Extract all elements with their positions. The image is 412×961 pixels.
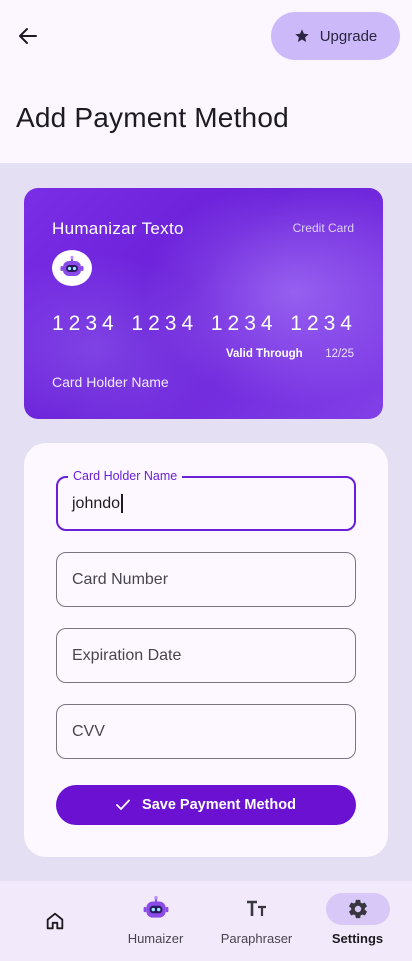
nav-label-settings: Settings	[331, 931, 384, 946]
app-logo	[52, 250, 92, 286]
nav-item-home[interactable]	[3, 881, 106, 961]
nav-icon-container	[225, 893, 289, 925]
card-holder-name-value: johndo	[72, 494, 121, 512]
credit-card-preview: Humanizar Texto Credit Card 1234 1234 12…	[24, 188, 383, 419]
robot-icon	[60, 255, 84, 276]
back-button[interactable]	[10, 18, 46, 54]
card-number-field[interactable]: Card Number	[56, 552, 356, 607]
nav-icon-container	[325, 893, 390, 925]
nav-icon-container	[124, 893, 188, 925]
cvv-field[interactable]: CVV	[56, 704, 356, 759]
text-size-icon	[246, 900, 266, 916]
arrow-left-icon	[19, 28, 37, 44]
nav-item-paraphraser[interactable]: Paraphraser	[205, 881, 308, 961]
card-number-placeholder: Card Number	[72, 570, 169, 588]
page-title: Add Payment Method	[16, 102, 289, 133]
card-number-group: 1234	[131, 312, 199, 335]
check-icon	[116, 799, 130, 810]
robot-icon	[143, 895, 168, 918]
upgrade-button[interactable]: Upgrade	[271, 12, 400, 60]
card-number-group: 1234	[52, 312, 119, 335]
gear-icon	[348, 899, 367, 919]
card-number-group: 1234	[290, 312, 357, 335]
nav-item-settings[interactable]: Settings	[306, 881, 409, 961]
home-icon	[46, 912, 63, 930]
card-holder-label: Card Holder Name	[52, 374, 169, 390]
upgrade-label: Upgrade	[319, 27, 378, 45]
save-button-label: Save Payment Method	[142, 797, 296, 813]
card-holder-name-label: Card Holder Name	[68, 469, 183, 483]
expiration-date-field[interactable]: Expiration Date	[56, 628, 356, 683]
text-caret	[121, 494, 123, 513]
valid-through-value: 12/25	[325, 348, 354, 360]
nav-item-humaizer[interactable]: Humaizer	[104, 881, 207, 961]
card-holder-name-field[interactable]: Card Holder Name johndo	[56, 469, 356, 531]
card-type-label: Credit Card	[292, 221, 354, 235]
nav-label-paraphraser: Paraphraser	[220, 931, 293, 946]
nav-label-humaizer: Humaizer	[127, 931, 184, 946]
star-icon	[295, 29, 309, 42]
cvv-placeholder: CVV	[72, 722, 105, 740]
nav-icon-container	[23, 905, 87, 937]
card-number-display: 1234 1234 1234 1234	[52, 312, 357, 336]
expiration-date-placeholder: Expiration Date	[72, 646, 182, 664]
card-brand: Humanizar Texto	[52, 219, 184, 238]
valid-through-label: Valid Through	[226, 348, 303, 360]
card-number-group: 1234	[210, 312, 278, 335]
save-payment-method-button[interactable]: Save Payment Method	[56, 785, 356, 825]
bottom-navigation: Humaizer Paraphraser Settings	[0, 881, 412, 961]
